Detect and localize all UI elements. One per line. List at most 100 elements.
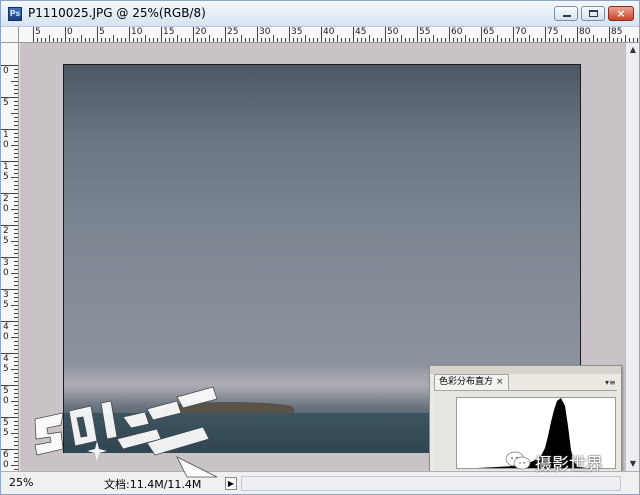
ruler-tick [14,73,18,74]
ruler-tick [577,27,578,42]
ruler-tick [341,38,342,42]
ruler-tick [337,35,338,42]
ruler-origin[interactable] [1,27,19,43]
panel-menu-icon[interactable]: ▾≡ [605,378,616,387]
ruler-tick [361,38,362,42]
ruler-tick [461,38,462,42]
ruler-tick [401,35,402,42]
ruler-tick [329,38,330,42]
ruler-tick [505,38,506,42]
ruler-tick [14,461,18,462]
ruler-tick [309,38,310,42]
panel-drag-bar[interactable] [430,366,621,374]
ruler-tick [11,113,18,114]
ruler-tick [14,237,18,238]
ruler-tick [53,38,54,42]
close-icon[interactable]: × [496,375,504,390]
ruler-tick [225,27,226,42]
horizontal-scrollbar[interactable] [241,476,621,491]
maximize-button[interactable] [581,6,605,21]
ruler-tick-label: 1 [3,162,9,172]
ruler-tick [205,38,206,42]
ruler-tick [1,449,18,450]
ruler-tick [321,27,322,42]
photoshop-app-icon[interactable]: Ps [8,7,22,21]
ruler-tick-label: 5 [3,428,9,438]
ruler-tick [493,38,494,42]
ruler-tick [1,161,18,162]
ruler-tick-label: 15 [163,27,175,37]
ruler-tick [49,35,50,42]
ruler-tick-label: 70 [515,27,527,37]
ruler-tick [185,38,186,42]
ruler-tick [14,437,18,438]
ruler-tick-label: 75 [547,27,559,37]
wechat-icon [505,451,531,470]
ruler-tick [11,177,18,178]
ruler-tick [281,38,282,42]
ruler-tick [149,38,150,42]
ruler-tick [409,38,410,42]
ruler-tick [14,181,18,182]
vertical-scrollbar[interactable]: ▲ ▼ [625,43,639,471]
scroll-up-icon[interactable]: ▲ [627,43,639,57]
ruler-tick [369,35,370,42]
ruler-tick-label: 1 [3,130,9,140]
ruler-tick [14,329,18,330]
minimize-icon [563,15,571,17]
ruler-tick [557,38,558,42]
ruler-tick [101,38,102,42]
ruler-tick [11,305,18,306]
ruler-tick [237,38,238,42]
ruler-tick-label: 6 [3,450,9,460]
ruler-tick-label: 0 [3,460,9,470]
ruler-tick [537,38,538,42]
ruler-tick [14,293,18,294]
ruler-tick [14,393,18,394]
ruler-tick [14,269,18,270]
ruler-tick [14,253,18,254]
ruler-tick-label: 5 [99,27,105,37]
ruler-tick [1,129,18,130]
ruler-tick [14,349,18,350]
ruler-tick [517,38,518,42]
ruler-tick [14,377,18,378]
horizontal-ruler[interactable]: 5 0 5 10 15 20 25 30 35 40 45 50 55 60 65 70 75 80 85 [19,27,639,43]
ruler-tick [14,445,18,446]
ruler-tick [14,121,18,122]
watermark-text: 摄影世界 [535,455,603,475]
ruler-tick [14,233,18,234]
ruler-tick [14,313,18,314]
ruler-tick [317,38,318,42]
ruler-tick [257,27,258,42]
ruler-tick [217,38,218,42]
ruler-tick [14,345,18,346]
ruler-tick [14,205,18,206]
ruler-tick [14,185,18,186]
vertical-ruler[interactable]: 051015202530354045505560 [1,43,19,471]
ruler-tick-label: 4 [3,322,9,332]
ruler-tick [393,38,394,42]
tab-histogram[interactable]: 色彩分布直方 × [434,374,509,390]
minimize-button[interactable] [554,6,578,21]
ruler-tick [301,38,302,42]
ruler-tick-label: 30 [259,27,271,37]
ruler-tick [11,145,18,146]
ruler-tick-label: 60 [451,27,463,37]
ruler-tick [405,38,406,42]
ruler-tick [1,257,18,258]
ruler-tick [553,38,554,42]
ruler-tick [14,105,18,106]
ruler-tick [397,38,398,42]
ruler-tick [14,137,18,138]
ruler-tick [11,241,18,242]
title-bar[interactable]: Ps P1110025.JPG @ 25%(RGB/8) × [1,1,639,27]
ruler-tick [14,77,18,78]
close-button[interactable]: × [608,6,634,21]
ruler-tick [381,38,382,42]
ruler-tick-label: 5 [35,27,41,37]
ruler-tick [93,38,94,42]
ruler-tick [597,38,598,42]
ruler-tick [113,35,114,42]
ruler-tick [417,27,418,42]
